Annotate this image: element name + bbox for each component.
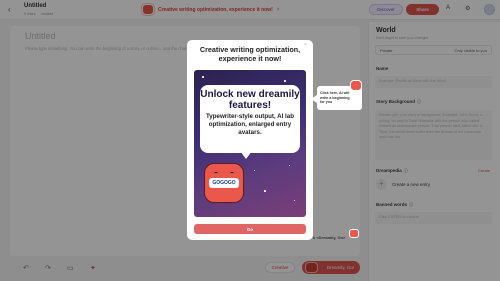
callout-text: k <Dreamily, Go> (313, 235, 346, 240)
speech-bubble-tail (240, 151, 252, 159)
modal-title: Creative writing optimization, experienc… (199, 45, 301, 63)
mascot-eye (230, 172, 234, 175)
mascot-icon (350, 80, 362, 91)
mascot-eye (214, 172, 218, 175)
promo-body: Typewriter-style output, AI lab optimiza… (205, 113, 294, 136)
promo-headline: Unlock new dreamily features! (200, 89, 300, 111)
go-label: Go (246, 226, 254, 232)
mascot-band: GOGOGO (209, 178, 239, 188)
mascot-icon (349, 229, 359, 238)
go-button[interactable]: Go (194, 224, 306, 234)
tooltip-text: Click here, AI will write a beginning fo… (320, 91, 350, 104)
